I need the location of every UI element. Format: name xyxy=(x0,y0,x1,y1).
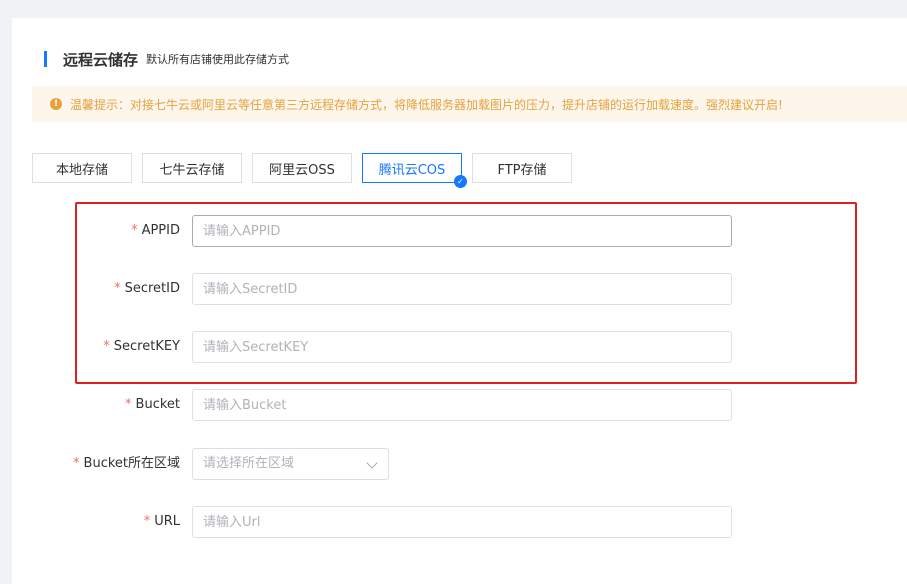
appid-label-text: APPID xyxy=(141,223,180,238)
region-row: * Bucket所在区域 请选择所在区域 xyxy=(12,448,907,480)
required-mark: * xyxy=(131,223,138,238)
required-mark: * xyxy=(125,397,132,412)
bucket-row: * Bucket xyxy=(12,389,907,421)
region-select-placeholder: 请选择所在区域 xyxy=(203,456,295,471)
required-mark: * xyxy=(143,514,151,529)
bucket-input[interactable] xyxy=(192,389,732,421)
storage-settings-panel: 远程云储存 默认所有店铺使用此存储方式 ! 温馨提示：对接七牛云或阿里云等任意第… xyxy=(12,18,907,584)
storage-type-tabs: 本地存储 七牛云存储 阿里云OSS 腾讯云COS ✓ FTP存储 xyxy=(32,153,582,188)
selected-check-icon: ✓ xyxy=(454,175,467,188)
secret-key-label-text: SecretKEY xyxy=(113,339,180,354)
appid-input[interactable] xyxy=(192,215,732,247)
chevron-down-icon xyxy=(366,457,378,469)
tab-ftp-storage[interactable]: FTP存储 xyxy=(472,153,572,183)
section-header: 远程云储存 默认所有店铺使用此存储方式 xyxy=(44,48,289,70)
appid-row: * APPID xyxy=(12,215,907,247)
secret-key-label: * SecretKEY xyxy=(103,331,180,363)
warning-icon: ! xyxy=(50,98,62,110)
region-label: * Bucket所在区域 xyxy=(73,448,180,480)
appid-label: * APPID xyxy=(131,215,180,247)
secret-key-row: * SecretKEY xyxy=(12,331,907,363)
tab-label: FTP存储 xyxy=(497,162,547,178)
page-subtitle: 默认所有店铺使用此存储方式 xyxy=(146,53,290,66)
bucket-label-text: Bucket xyxy=(135,397,180,412)
bucket-label: * Bucket xyxy=(125,389,180,421)
url-input[interactable] xyxy=(192,506,732,538)
tab-aliyun-oss[interactable]: 阿里云OSS xyxy=(252,153,352,183)
title-accent-bar xyxy=(44,51,47,67)
tab-label: 阿里云OSS xyxy=(269,162,335,178)
url-row: * URL xyxy=(12,506,907,538)
tab-qiniu-storage[interactable]: 七牛云存储 xyxy=(142,153,242,183)
secret-id-input[interactable] xyxy=(192,273,732,305)
tab-label: 腾讯云COS xyxy=(378,162,446,178)
secret-key-input[interactable] xyxy=(192,331,732,363)
required-mark: * xyxy=(114,281,121,296)
page-title: 远程云储存 xyxy=(63,50,139,69)
required-mark: * xyxy=(73,456,80,471)
region-select[interactable]: 请选择所在区域 xyxy=(192,448,389,480)
url-label: * URL xyxy=(144,506,180,538)
tab-local-storage[interactable]: 本地存储 xyxy=(32,153,132,183)
secret-id-label: * SecretID xyxy=(114,273,180,305)
warning-tip: ! 温馨提示：对接七牛云或阿里云等任意第三方远程存储方式，将降低服务器加载图片的… xyxy=(32,86,907,122)
warning-tip-text: 温馨提示：对接七牛云或阿里云等任意第三方远程存储方式，将降低服务器加载图片的压力… xyxy=(70,97,783,112)
tab-label: 七牛云存储 xyxy=(159,162,225,178)
secret-id-label-text: SecretID xyxy=(124,281,180,296)
tab-label: 本地存储 xyxy=(55,162,108,178)
secret-id-row: * SecretID xyxy=(12,273,907,305)
required-mark: * xyxy=(103,339,110,354)
tab-tencent-cos[interactable]: 腾讯云COS ✓ xyxy=(362,153,467,188)
region-label-text: Bucket所在区域 xyxy=(83,456,180,471)
url-label-text: URL xyxy=(154,514,180,529)
